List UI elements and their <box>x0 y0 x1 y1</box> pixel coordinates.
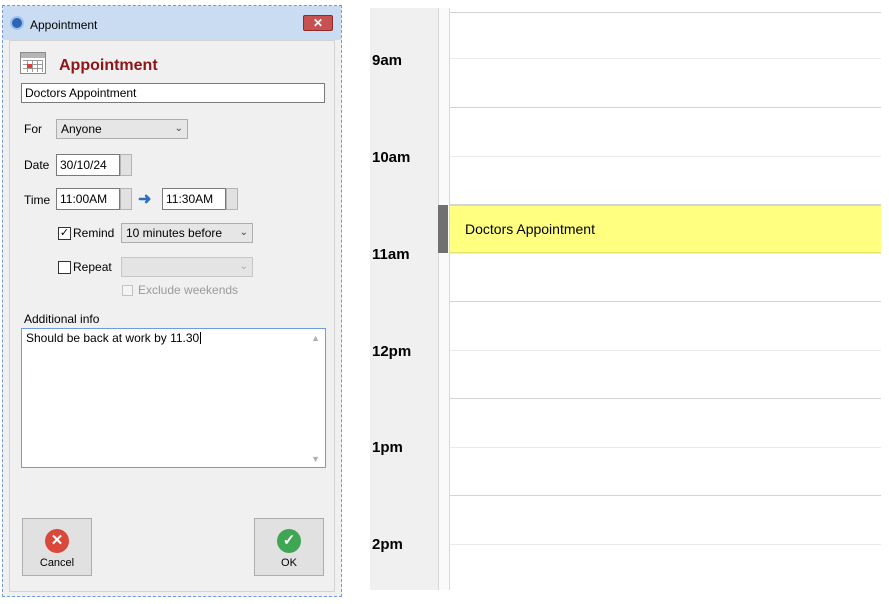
hour-label: 10am <box>372 149 411 166</box>
hour-label: 11am <box>372 246 410 263</box>
hour-label: 1pm <box>372 439 403 456</box>
time-label: Time <box>24 193 51 207</box>
start-time-spinner[interactable] <box>120 188 132 210</box>
additional-info-label: Additional info <box>24 312 100 326</box>
day-calendar-view: 9am 10am 11am 12pm 1pm 2pm Doctors Appoi… <box>370 8 881 590</box>
schedule-grid[interactable] <box>450 8 881 590</box>
remind-checkbox[interactable]: ✓ <box>58 227 71 240</box>
for-label: For <box>24 122 42 136</box>
chevron-down-icon: ⌄ <box>174 123 183 134</box>
appointment-dialog: Appointment ✕ Appointment Doctors Appoin… <box>2 5 342 597</box>
dialog-heading: Appointment <box>59 57 158 74</box>
event-indicator-column <box>438 8 450 590</box>
dialog-titlebar[interactable]: Appointment ✕ <box>3 6 341 40</box>
additional-info-textarea[interactable]: Should be back at work by 11.30 ▲ ▼ <box>21 328 326 468</box>
hour-label: 2pm <box>372 536 403 553</box>
scroll-up-icon[interactable]: ▲ <box>311 333 320 343</box>
event-block[interactable]: Doctors Appointment <box>450 205 881 253</box>
cancel-x-icon: ✕ <box>45 529 69 553</box>
end-time-input[interactable]: 11:30AM <box>162 188 226 210</box>
cancel-button[interactable]: ✕ Cancel <box>22 518 92 576</box>
remind-dropdown[interactable]: 10 minutes before ⌄ <box>121 223 253 243</box>
time-ruler <box>370 8 438 590</box>
scroll-down-icon[interactable]: ▼ <box>311 454 320 464</box>
exclude-weekends-label: Exclude weekends <box>138 283 239 297</box>
repeat-dropdown[interactable]: ⌄ <box>121 257 253 277</box>
for-value: Anyone <box>61 122 102 136</box>
date-picker-button[interactable] <box>120 154 132 176</box>
date-label: Date <box>24 158 50 172</box>
date-input[interactable]: 30/10/24 <box>56 154 120 176</box>
calendar-icon <box>20 52 46 74</box>
subject-input[interactable]: Doctors Appointment <box>21 83 325 103</box>
remind-label: Remind <box>73 226 115 240</box>
arrow-right-icon: ➜ <box>138 191 152 208</box>
chevron-down-icon: ⌄ <box>239 261 248 272</box>
ok-button[interactable]: ✓ OK <box>254 518 324 576</box>
start-time-input[interactable]: 11:00AM <box>56 188 120 210</box>
close-button[interactable]: ✕ <box>303 15 333 31</box>
hour-label: 12pm <box>372 343 412 360</box>
exclude-weekends-checkbox[interactable] <box>122 285 133 296</box>
additional-info-text: Should be back at work by 11.30 <box>26 331 200 345</box>
end-time-spinner[interactable] <box>226 188 238 210</box>
window-title: Appointment <box>30 18 98 32</box>
ok-check-icon: ✓ <box>277 529 301 553</box>
hour-label: 9am <box>372 52 403 69</box>
app-icon <box>10 16 24 30</box>
ok-label: OK <box>281 557 297 569</box>
repeat-checkbox[interactable] <box>58 261 71 274</box>
event-status-bar <box>438 205 448 253</box>
cancel-label: Cancel <box>39 557 75 569</box>
for-dropdown[interactable]: Anyone ⌄ <box>56 119 188 139</box>
remind-value: 10 minutes before <box>126 226 223 240</box>
event-title: Doctors Appointment <box>465 221 595 237</box>
appointment-event[interactable]: Doctors Appointment <box>438 205 881 253</box>
repeat-label: Repeat <box>73 260 112 274</box>
chevron-down-icon: ⌄ <box>239 227 248 238</box>
